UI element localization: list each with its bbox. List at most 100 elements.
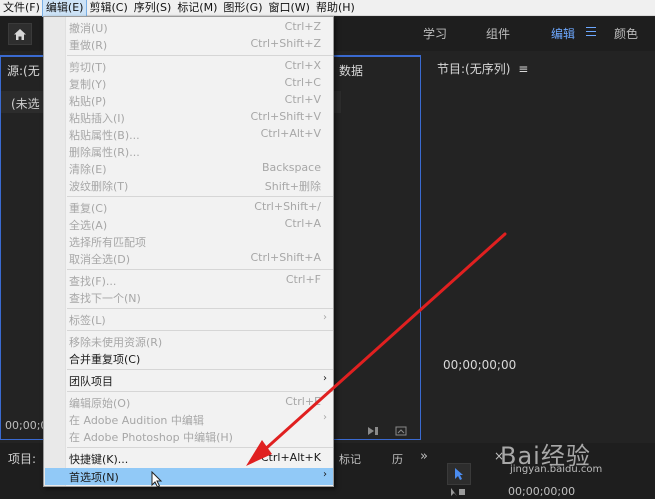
menu-item-shortcut: Ctrl+V (284, 93, 321, 106)
menu-item-remove-unused[interactable]: 移除未使用资源(R) (45, 333, 333, 350)
menu-separator (67, 55, 333, 56)
menu-item-shortcut: Ctrl+Shift+A (250, 251, 321, 264)
menu-item-label: 全选(A) (69, 219, 108, 232)
menu-item-shortcut: Ctrl+Alt+V (260, 127, 321, 140)
menu-item-label: 标签(L) (69, 314, 106, 327)
menu-item-find-next[interactable]: 查找下一个(N) (45, 289, 333, 306)
menu-item-paste[interactable]: 粘贴(P) Ctrl+V (45, 92, 333, 109)
menu-item-label: 首选项(N) (69, 471, 119, 484)
chevron-right-icon: › (323, 373, 327, 384)
workspace-tab-color[interactable]: 颜色 (614, 25, 638, 42)
menu-item-label: 在 Adobe Photoshop 中编辑(H) (69, 431, 233, 444)
menu-separator (67, 196, 333, 197)
menu-item-label: 团队项目 (69, 375, 113, 388)
menu-item-label: 撤消(U) (69, 22, 108, 35)
source-timecode: 00;00;0 (5, 419, 48, 432)
menu-item-shortcut: Ctrl+X (284, 59, 321, 72)
panel-overflow-icon[interactable]: » (420, 449, 428, 464)
workspace-tab-assembly[interactable]: 组件 (486, 25, 510, 42)
menu-clip[interactable]: 剪辑(C) (86, 0, 130, 16)
menu-item-label: 剪切(T) (69, 61, 107, 74)
menu-item-label: 编辑原始(O) (69, 397, 131, 410)
menu-item-team-project[interactable]: 团队项目 › (45, 372, 333, 389)
menu-item-shortcut: Shift+删除 (264, 180, 321, 193)
watermark-url: jingyan.baidu.com (510, 464, 603, 475)
menu-separator (67, 447, 333, 448)
menu-item-shortcut: Ctrl+Shift+Z (250, 37, 321, 50)
chevron-right-icon: › (323, 312, 327, 323)
menu-item-paste-attributes[interactable]: 粘贴属性(B)... Ctrl+Alt+V (45, 126, 333, 143)
menu-item-copy[interactable]: 复制(Y) Ctrl+C (45, 75, 333, 92)
menu-file[interactable]: 文件(F) (0, 0, 43, 16)
menu-item-shortcut: Ctrl+Shift+/ (254, 200, 321, 213)
track-select-tool-icon[interactable] (449, 487, 467, 497)
timeline-timecode: 00;00;00;00 (508, 485, 576, 498)
menu-item-shortcut: Backspace (262, 161, 321, 174)
workspace-tab-editing[interactable]: 编辑 (551, 25, 575, 42)
menu-item-select-all[interactable]: 全选(A) Ctrl+A (45, 216, 333, 233)
menu-edit[interactable]: 编辑(E) (41, 0, 88, 17)
panel-menu-icon[interactable]: ≡ (518, 62, 528, 76)
menu-item-remove-attributes[interactable]: 删除属性(R)... (45, 143, 333, 160)
source-panel-title-suffix: 数据 (339, 64, 364, 78)
menu-separator (67, 369, 333, 370)
menu-help[interactable]: 帮助(H) (313, 0, 358, 16)
play-icon[interactable] (367, 426, 379, 436)
project-panel-label[interactable]: 项目: (8, 450, 36, 467)
menu-marker[interactable]: 标记(M) (174, 0, 220, 16)
menu-sequence[interactable]: 序列(S) (131, 0, 175, 16)
menu-item-label: 粘贴(P) (69, 95, 107, 108)
home-icon (14, 28, 26, 40)
menu-item-label: 粘贴插入(I) (69, 112, 125, 125)
menu-item-clear[interactable]: 清除(E) Backspace (45, 160, 333, 177)
menu-item-deselect-all[interactable]: 取消全选(D) Ctrl+Shift+A (45, 250, 333, 267)
mouse-cursor-icon (151, 471, 163, 488)
menu-item-label: 选择所有匹配项 (69, 236, 146, 249)
menu-item-label: 粘贴属性(B)... (69, 129, 140, 142)
chevron-right-icon: › (323, 412, 327, 423)
menu-item-duplicate[interactable]: 重复(C) Ctrl+Shift+/ (45, 199, 333, 216)
workspace-menu-icon[interactable] (586, 27, 596, 37)
menu-item-preferences[interactable]: 首选项(N) › (45, 468, 333, 485)
menu-item-cut[interactable]: 剪切(T) Ctrl+X (45, 58, 333, 75)
menu-item-shortcut: Ctrl+E (285, 395, 321, 408)
menu-graphics[interactable]: 图形(G) (220, 0, 265, 16)
menu-item-edit-in-photoshop[interactable]: 在 Adobe Photoshop 中编辑(H) (45, 428, 333, 445)
home-button[interactable] (8, 23, 32, 45)
menu-item-label: 重复(C) (69, 202, 108, 215)
menu-item-edit-original[interactable]: 编辑原始(O) Ctrl+E (45, 394, 333, 411)
menu-bar: 文件(F) 编辑(E) 剪辑(C) 序列(S) 标记(M) 图形(G) 窗口(W… (0, 0, 655, 17)
menu-item-label: 删除属性(R)... (69, 146, 140, 159)
markers-label[interactable]: 标记 (339, 451, 361, 467)
program-timecode: 00;00;00;00 (443, 358, 517, 372)
source-panel-title[interactable]: 源:(无 (7, 62, 40, 79)
menu-item-consolidate-duplicates[interactable]: 合并重复项(C) (45, 350, 333, 367)
program-panel-title[interactable]: 节目:(无序列) ≡ (437, 60, 528, 77)
menu-item-ripple-delete[interactable]: 波纹删除(T) Shift+删除 (45, 177, 333, 194)
export-frame-icon[interactable] (395, 426, 407, 436)
menu-item-label-submenu[interactable]: 标签(L) › (45, 311, 333, 328)
menu-item-redo[interactable]: 重做(R) Ctrl+Shift+Z (45, 36, 333, 53)
menu-item-select-all-matching[interactable]: 选择所有匹配项 (45, 233, 333, 250)
menu-item-find[interactable]: 查找(F)... Ctrl+F (45, 272, 333, 289)
menu-separator (67, 330, 333, 331)
menu-item-paste-insert[interactable]: 粘贴插入(I) Ctrl+Shift+V (45, 109, 333, 126)
menu-item-label: 取消全选(D) (69, 253, 131, 266)
menu-item-label: 在 Adobe Audition 中编辑 (69, 414, 204, 427)
menu-item-label: 波纹删除(T) (69, 180, 129, 193)
menu-item-shortcut: Ctrl+F (285, 273, 321, 286)
menu-item-keyboard-shortcuts[interactable]: 快捷键(K)... Ctrl+Alt+K (45, 450, 333, 467)
menu-item-label: 重做(R) (69, 39, 108, 52)
menu-item-label: 复制(Y) (69, 78, 107, 91)
history-tab-label[interactable]: 历 (392, 451, 403, 467)
menu-item-label: 清除(E) (69, 163, 107, 176)
selection-tool-button[interactable] (447, 463, 471, 485)
baidu-watermark: Bai经验 jingyan.baidu.com (500, 436, 602, 475)
menu-item-edit-in-audition[interactable]: 在 Adobe Audition 中编辑 › (45, 411, 333, 428)
menu-item-undo[interactable]: 撤消(U) Ctrl+Z (45, 19, 333, 36)
menu-item-shortcut: Ctrl+Shift+V (250, 110, 321, 123)
workspace-tab-learn[interactable]: 学习 (423, 25, 447, 42)
menu-window[interactable]: 窗口(W) (266, 0, 313, 16)
menu-item-shortcut: Ctrl+Z (284, 20, 321, 33)
menu-separator (67, 308, 333, 309)
